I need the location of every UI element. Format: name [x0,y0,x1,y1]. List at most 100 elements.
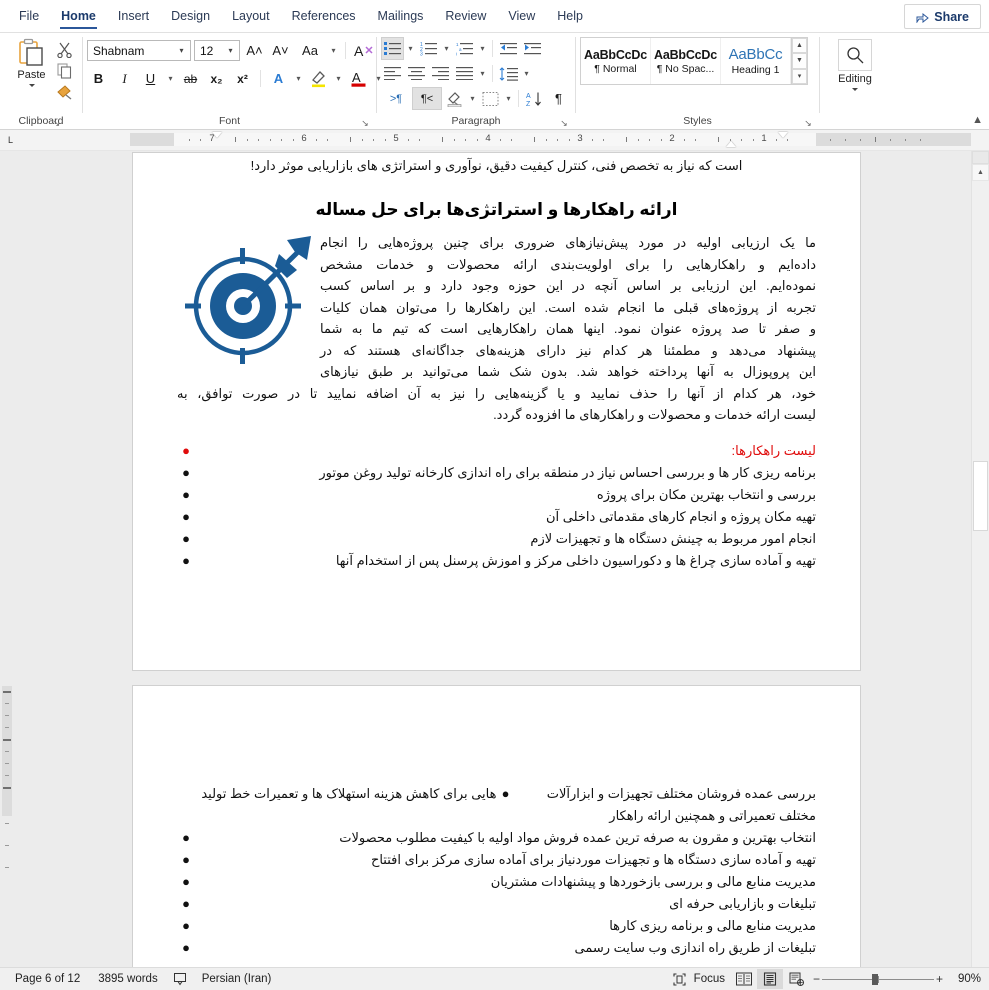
document-page-2[interactable]: بررسی عمده فروشان مختلف تجهیزات و ابزارآ… [132,685,861,967]
document-page-1[interactable]: است که نیاز به تخصص فنی، کنترل کیفیت دقی… [132,152,861,671]
chevron-down-icon[interactable]: ▾ [477,62,488,85]
tab-insert[interactable]: Insert [107,0,160,32]
align-left-button[interactable] [381,62,404,85]
list-item[interactable]: تهیه و آماده سازی چراغ ها و دکوراسیون دا… [177,550,816,572]
highlight-button[interactable] [307,67,330,90]
list-item[interactable]: بررسی عمده فروشان مختلف تجهیزات و ابزارآ… [177,783,816,826]
share-button[interactable]: Share [904,4,981,29]
copy-icon[interactable] [56,62,73,79]
scrollbar-thumb[interactable] [973,461,988,531]
tab-help[interactable]: Help [546,0,594,32]
editing-button[interactable]: Editing [838,36,872,91]
document-workspace[interactable]: است که نیاز به تخصص فنی، کنترل کیفیت دقی… [0,151,989,967]
zoom-slider[interactable]: − + [811,972,945,986]
chevron-down-icon[interactable]: ▾ [477,37,488,60]
first-line-indent-marker[interactable] [212,132,222,138]
chevron-down-icon[interactable] [852,88,858,91]
zoom-track[interactable] [822,973,934,985]
clear-formatting-button[interactable]: A [352,39,375,62]
ltr-text-direction-button[interactable]: >¶ [381,87,411,110]
chevron-down-icon[interactable]: ▾ [441,37,452,60]
hanging-indent-marker[interactable] [726,141,736,147]
web-layout-button[interactable] [783,969,809,989]
tab-references[interactable]: References [281,0,367,32]
list-item[interactable]: انتخاب بهترین و مقرون به صرفه ترین عمده … [177,827,816,849]
font-name-combobox[interactable]: Shabnam ▾ [87,40,191,61]
tab-review[interactable]: Review [434,0,497,32]
tab-design[interactable]: Design [160,0,221,32]
vertical-ruler[interactable] [0,151,14,967]
split-window-handle[interactable] [972,151,989,164]
chevron-down-icon[interactable]: ▾ [224,46,237,55]
grow-font-button[interactable]: A˄ [243,39,266,62]
list-item[interactable]: مدیریت منابع مالی و بررسی بازخوردها و پی… [177,871,816,893]
format-painter-icon[interactable] [56,83,73,100]
style-normal[interactable]: AaBbCcDc ¶ Normal [581,38,651,84]
line-spacing-button[interactable] [497,62,520,85]
strikethrough-button[interactable]: ab [179,67,202,90]
tab-mailings[interactable]: Mailings [367,0,435,32]
tab-layout[interactable]: Layout [221,0,281,32]
text-effects-button[interactable]: A [267,67,290,90]
numbering-button[interactable]: 123 [417,37,440,60]
tab-view[interactable]: View [497,0,546,32]
chevron-down-icon[interactable]: ▾ [328,39,339,62]
list-item[interactable]: تبلیغات و بازاریابی حرفه ای ● [177,893,816,915]
decrease-indent-button[interactable] [497,37,520,60]
sort-button[interactable]: AZ [523,87,546,110]
language-indicator[interactable]: Persian (Iran) [193,973,281,985]
clipboard-dialog-launcher[interactable]: ↘ [51,118,61,128]
zoom-in-button[interactable]: + [934,972,945,986]
vertical-scrollbar[interactable]: ▲ [971,151,989,967]
proofing-errors-icon[interactable] [167,969,193,989]
align-right-button[interactable] [429,62,452,85]
font-size-combobox[interactable]: 12 ▾ [194,40,240,61]
styles-more-button[interactable]: ▾ [792,68,807,84]
scroll-up-button[interactable]: ▲ [972,164,989,181]
list-item[interactable]: انجام امور مربوط به چینش دستگاه ها و تجه… [177,528,816,550]
subscript-button[interactable]: x₂ [205,67,228,90]
list-item[interactable]: تهیه مکان پروژه و انجام کارهای مقدماتی د… [177,506,816,528]
horizontal-ruler[interactable]: L 7 6 5 4 3 2 1 [0,130,989,151]
collapse-ribbon-button[interactable]: ▲ [972,114,983,126]
styles-scroll-down-button[interactable]: ▼ [792,53,807,69]
change-case-button[interactable]: Aa [295,39,325,62]
chevron-down-icon[interactable]: ▾ [503,87,514,110]
paragraph-dialog-launcher[interactable]: ↘ [559,118,569,128]
chevron-down-icon[interactable]: ▾ [405,37,416,60]
cut-icon[interactable] [56,41,73,59]
styles-scroll-up-button[interactable]: ▲ [792,38,807,54]
focus-mode-button[interactable]: Focus [667,969,731,989]
superscript-button[interactable]: x² [231,67,254,90]
align-center-button[interactable] [405,62,428,85]
list-item[interactable]: لیست راهکارها: ● [177,440,816,462]
rtl-text-direction-button[interactable]: ¶< [412,87,442,110]
style-no-spacing[interactable]: AaBbCcDc ¶ No Spac... [651,38,721,84]
zoom-out-button[interactable]: − [811,972,822,986]
zoom-level-indicator[interactable]: 90% [947,973,983,985]
borders-button[interactable] [479,87,502,110]
tab-stop-selector[interactable]: L [5,134,16,145]
bold-button[interactable]: B [87,67,110,90]
font-color-button[interactable]: A [347,67,370,90]
styles-dialog-launcher[interactable]: ↘ [803,118,813,128]
tab-file[interactable]: File [8,0,50,32]
chevron-down-icon[interactable] [28,84,35,87]
justify-button[interactable] [453,62,476,85]
word-count-indicator[interactable]: 3895 words [89,973,166,985]
font-dialog-launcher[interactable]: ↘ [360,118,370,128]
increase-indent-button[interactable] [521,37,544,60]
chevron-down-icon[interactable]: ▾ [521,62,532,85]
list-item[interactable]: تبلیغات از طریق راه اندازی وب سایت رسمی … [177,937,816,959]
target-arrow-icon[interactable] [183,234,318,369]
print-layout-button[interactable] [757,969,783,989]
chevron-down-icon[interactable]: ▾ [165,67,176,90]
multilevel-list-button[interactable]: 1ai [453,37,476,60]
shading-button[interactable] [443,87,466,110]
list-item[interactable]: تهیه و آماده سازی دستگاه ها و تجهیزات مو… [177,849,816,871]
paste-button[interactable]: Paste [9,38,54,87]
underline-button[interactable]: U [139,67,162,90]
read-mode-button[interactable] [731,969,757,989]
chevron-down-icon[interactable]: ▾ [293,67,304,90]
tab-home[interactable]: Home [50,0,107,32]
